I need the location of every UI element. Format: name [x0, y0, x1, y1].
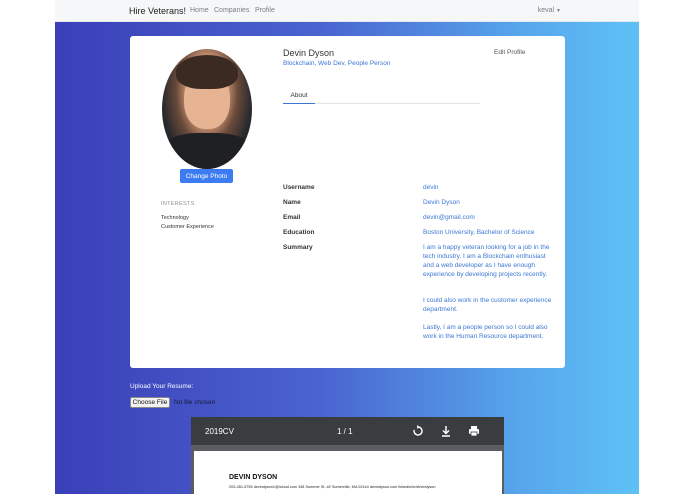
nav-home-link[interactable]: Home — [190, 7, 209, 14]
pdf-page-area: DEVIN DYSON 203-451-5755 devindyson1@icl… — [191, 445, 504, 494]
pdf-page-indicator: 1 / 1 — [337, 427, 353, 436]
change-photo-button[interactable]: Change Photo — [180, 169, 233, 183]
interests-heading: INTERESTS — [161, 201, 195, 207]
summary-paragraph-2: I could also work in the customer experi… — [423, 297, 552, 313]
brand-link[interactable]: Hire Veterans! — [129, 6, 186, 16]
cv-contact: 203-451-5755 devindyson1@icloud.com 348 … — [229, 485, 436, 489]
profile-photo — [162, 49, 252, 169]
cv-name: DEVIN DYSON — [229, 474, 278, 481]
education-value: Boston University, Bachelor of Science — [423, 229, 535, 236]
rotate-icon[interactable] — [411, 424, 425, 438]
summary-paragraph-1: I am a happy veteran looking for a job i… — [423, 244, 550, 278]
user-name: keval — [537, 7, 555, 14]
summary-label: Summary — [283, 244, 313, 251]
summary-paragraph-3: Lastly, I am a people person so I could … — [423, 324, 548, 340]
pdf-filename: 2019CV — [205, 427, 234, 436]
edit-profile-button[interactable]: Edit Profile — [494, 49, 525, 56]
top-navbar: Hire Veterans! Home Companies Profile ke… — [55, 0, 639, 22]
interest-item: Customer Experience — [161, 224, 214, 230]
profile-name: Devin Dyson — [283, 48, 335, 58]
choose-file-button[interactable]: Choose File — [130, 397, 170, 408]
email-value: devin@gmail.com — [423, 214, 475, 221]
file-status: No file chosen — [174, 399, 216, 406]
download-icon[interactable] — [439, 424, 453, 438]
nav-profile-link[interactable]: Profile — [255, 7, 275, 14]
username-value: devin — [423, 184, 439, 191]
nav-companies-link[interactable]: Companies — [214, 7, 249, 14]
pdf-viewer-toolbar: 2019CV 1 / 1 — [191, 417, 504, 445]
profile-card: Change Photo INTERESTS Technology Custom… — [130, 36, 565, 368]
caret-down-icon: ▼ — [556, 8, 561, 14]
profile-tags: Blockchain, Web Dev, People Person — [283, 60, 391, 67]
upload-resume-heading: Upload Your Resume: — [130, 383, 194, 390]
tab-about[interactable]: About — [283, 92, 315, 104]
username-label: Username — [283, 184, 315, 191]
name-label: Name — [283, 199, 301, 206]
pdf-sheet: DEVIN DYSON 203-451-5755 devindyson1@icl… — [194, 451, 502, 494]
email-label: Email — [283, 214, 301, 221]
print-icon[interactable] — [467, 424, 481, 438]
interest-item: Technology — [161, 215, 189, 221]
tab-divider — [315, 103, 480, 104]
user-menu-dropdown[interactable]: keval ▼ — [538, 7, 561, 14]
education-label: Education — [283, 229, 315, 236]
name-value: Devin Dyson — [423, 199, 460, 206]
